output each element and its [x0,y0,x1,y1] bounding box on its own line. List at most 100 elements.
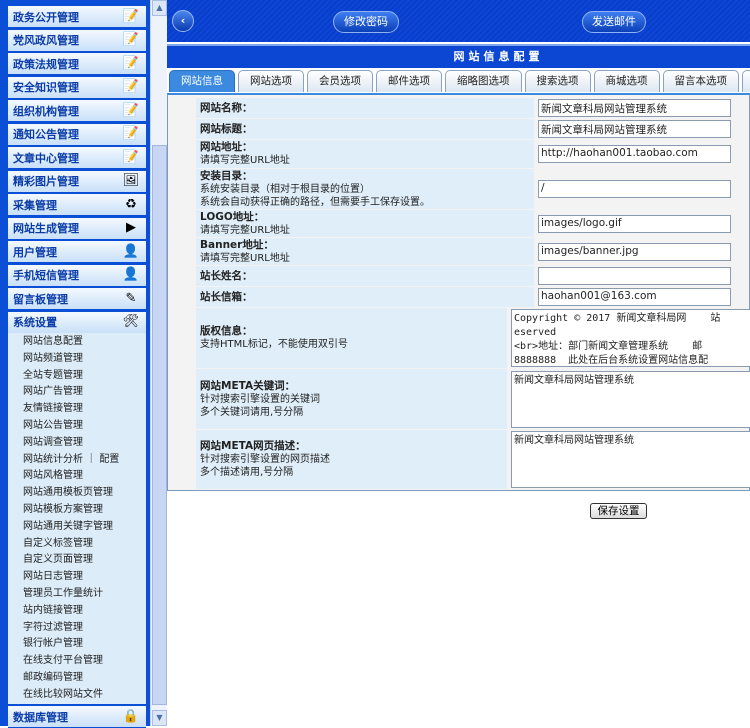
submenu-item[interactable]: 站内链接管理 [23,603,146,620]
edit-icon: 📝 [122,55,140,71]
submenu-item[interactable]: 网站通用模板页管理 [23,485,146,502]
menu-label: 留言板管理 [13,292,68,306]
submenu-item[interactable]: 网站风格管理 [23,468,146,485]
sidebar-menu-item[interactable]: 用户管理 👤 [8,241,146,263]
menu-label: 手机短信管理 [13,269,79,282]
row-copyright: 版权信息： 支持HTML标记，不能使用双引号 Copyright © 2017 新… [196,308,750,368]
field-label: 网站META网页描述： [200,440,306,452]
edit-icon: 📝 [122,79,140,94]
sidebar-menu-item[interactable]: 通知公告管理 📝 [8,123,146,146]
logo-url-input[interactable]: images/logo.gif [538,214,731,233]
tab[interactable]: 会员选项 [307,70,373,92]
submenu-item[interactable]: 管理员工作量统计 [23,586,146,603]
webmaster-name-input[interactable] [538,267,731,285]
send-mail-button[interactable]: 发送邮件 [582,11,646,33]
submenu-item[interactable]: 网站频道管理 [23,351,146,368]
site-url-input[interactable]: http://haohan001.taobao.com [538,145,731,163]
menu-label: 网站生成管理 [13,222,79,235]
submenu-item[interactable]: 在线支付平台管理 [23,653,146,670]
sidebar-menu-database[interactable]: 数据库管理 🔒 [8,706,146,728]
save-settings-button[interactable]: 保存设置 [590,503,647,519]
submenu-item[interactable]: 网站日志管理 [23,569,146,586]
install-dir-input[interactable]: / [538,180,731,198]
submenu-item[interactable]: 字符过滤管理 [23,620,146,637]
field-label: 网站地址： [200,141,253,153]
banner-url-input[interactable]: images/banner.jpg [538,242,731,261]
meta-keywords-textarea[interactable]: 新闻文章科局网站管理系统 [511,370,750,428]
field-label: 站长信箱： [200,290,253,303]
tab[interactable]: 网站信息 [169,70,235,92]
webmaster-email-input[interactable]: haohan001@163.com [538,288,731,306]
row-site-title: 网站标题： 新闻文章科局网站管理系统 [196,119,750,139]
tab[interactable]: 网站选项 [238,70,304,92]
submenu-item[interactable]: 友情链接管理 [23,401,146,418]
row-meta-description: 网站META网页描述： 针对搜索引擎设置的网页描述 多个描述请用,号分隔 新闻文章科… [196,430,750,489]
tab[interactable]: 缩略图选项 [445,70,522,92]
submenu-item[interactable]: 网站信息配置 [23,334,146,351]
row-install-dir: 安装目录： 系统安装目录（相对于根目录的位置） 系统会自动获得正确的路径，但需要手工… [196,169,750,209]
sidebar-menu-item[interactable]: 政务公开管理 📝 [8,6,146,28]
edit-icon: 📝 [122,8,140,24]
submenu-item[interactable]: 网站统计分析 ｜ 配置 [23,452,146,469]
field-hint: 支持HTML标记，不能使用双引号 [200,339,348,350]
field-hint: 针对搜索引擎设置的关键词 [200,393,320,405]
menu-label: 用户管理 [13,245,57,259]
tab[interactable]: 商城选项 [593,70,660,92]
menu-label: 组织机构管理 [13,104,79,118]
row-site-url: 网站地址： 请填写完整URL地址 http://haohan001.taobao.… [196,140,750,168]
tab[interactable]: 邮件选项 [376,70,442,92]
submenu-item[interactable]: 自定义标签管理 [23,536,146,553]
back-button[interactable]: ‹ [172,10,194,32]
submenu-item[interactable]: 在线比较网站文件 [23,687,146,704]
edit-icon: 📝 [122,32,140,47]
menu-label: 政策法规管理 [13,57,79,71]
menu-label: 安全知识管理 [13,81,79,94]
field-hint: 请填写完整URL地址 [200,252,290,264]
submenu-item[interactable]: 邮政编码管理 [23,670,146,687]
submenu-item[interactable]: 网站调查管理 [23,435,146,452]
submenu-item[interactable]: 自定义页面管理 [23,552,146,569]
field-hint: 请填写完整URL地址 [200,224,290,236]
scroll-down-button[interactable]: ▼ [152,710,167,726]
sidebar-menu-item[interactable]: 网站生成管理 ▶ [8,217,146,240]
submenu-item[interactable]: 全站专题管理 [23,368,146,385]
sidebar-menu-item[interactable]: 政策法规管理 📝 [8,53,146,75]
tab[interactable]: 留言本选项 [662,70,739,92]
sidebar-menu-item[interactable]: 安全知识管理 📝 [8,76,146,99]
field-hint: 系统会自动获得正确的路径，但需要手工保存设置。 [200,196,430,208]
sidebar-menu-item[interactable]: 留言板管理 ✎ [8,288,146,310]
user-icon: 👤 [122,267,140,282]
submenu-item[interactable]: 网站通用关键字管理 [23,519,146,536]
change-password-button[interactable]: 修改密码 [333,11,399,33]
menu-label: 文章中心管理 [13,151,79,165]
site-title-input[interactable]: 新闻文章科局网站管理系统 [538,120,731,138]
scroll-up-button[interactable]: ▲ [152,0,167,16]
sidebar-menu-item[interactable]: 精彩图片管理 🖼 [8,170,146,193]
copyright-textarea[interactable]: Copyright © 2017 新闻文章科局网 站 eserved <br>地… [511,309,750,367]
sidebar-scrollbar[interactable]: ▲ ▼ [150,0,167,726]
edit-icon: 📝 [122,149,140,165]
scroll-thumb[interactable] [152,145,167,705]
menu-label: 通知公告管理 [13,128,79,141]
row-meta-keywords: 网站META关键词： 针对搜索引擎设置的关键词 多个关键词请用,号分隔 新闻文章科局… [196,369,750,429]
sidebar-menu-item[interactable]: 采集管理 ♻ [8,194,146,216]
sidebar-menu-item[interactable]: 手机短信管理 👤 [8,264,146,287]
field-label: 网站标题： [200,122,253,135]
tab[interactable]: 搜索选项 [524,70,591,92]
site-name-input[interactable]: 新闻文章科局网站管理系统 [538,99,731,117]
submenu-item[interactable]: 银行帐户管理 [23,636,146,653]
sidebar-menu-item[interactable]: 系统设置 🛠 [8,311,146,334]
sidebar-menu-item[interactable]: 文章中心管理 📝 [8,147,146,169]
submenu-item[interactable]: 网站广告管理 [23,384,146,401]
menu-label: 系统设置 [13,316,57,329]
message-icon: ✎ [125,290,137,306]
meta-description-textarea[interactable]: 新闻文章科局网站管理系统 [511,431,750,488]
sidebar-menu-item[interactable]: 党风政风管理 📝 [8,29,146,52]
submenu-item[interactable]: 网站模板方案管理 [23,502,146,519]
field-label: LOGO地址： [200,210,265,223]
field-hint: 系统安装目录（相对于根目录的位置） [200,183,370,195]
submenu-item[interactable]: 网站公告管理 [23,418,146,435]
sidebar-menu-item[interactable]: 组织机构管理 📝 [8,100,146,122]
row-webmaster-name: 站长姓名： [196,266,750,286]
tab[interactable]: Rss/WAP设 [742,70,750,92]
